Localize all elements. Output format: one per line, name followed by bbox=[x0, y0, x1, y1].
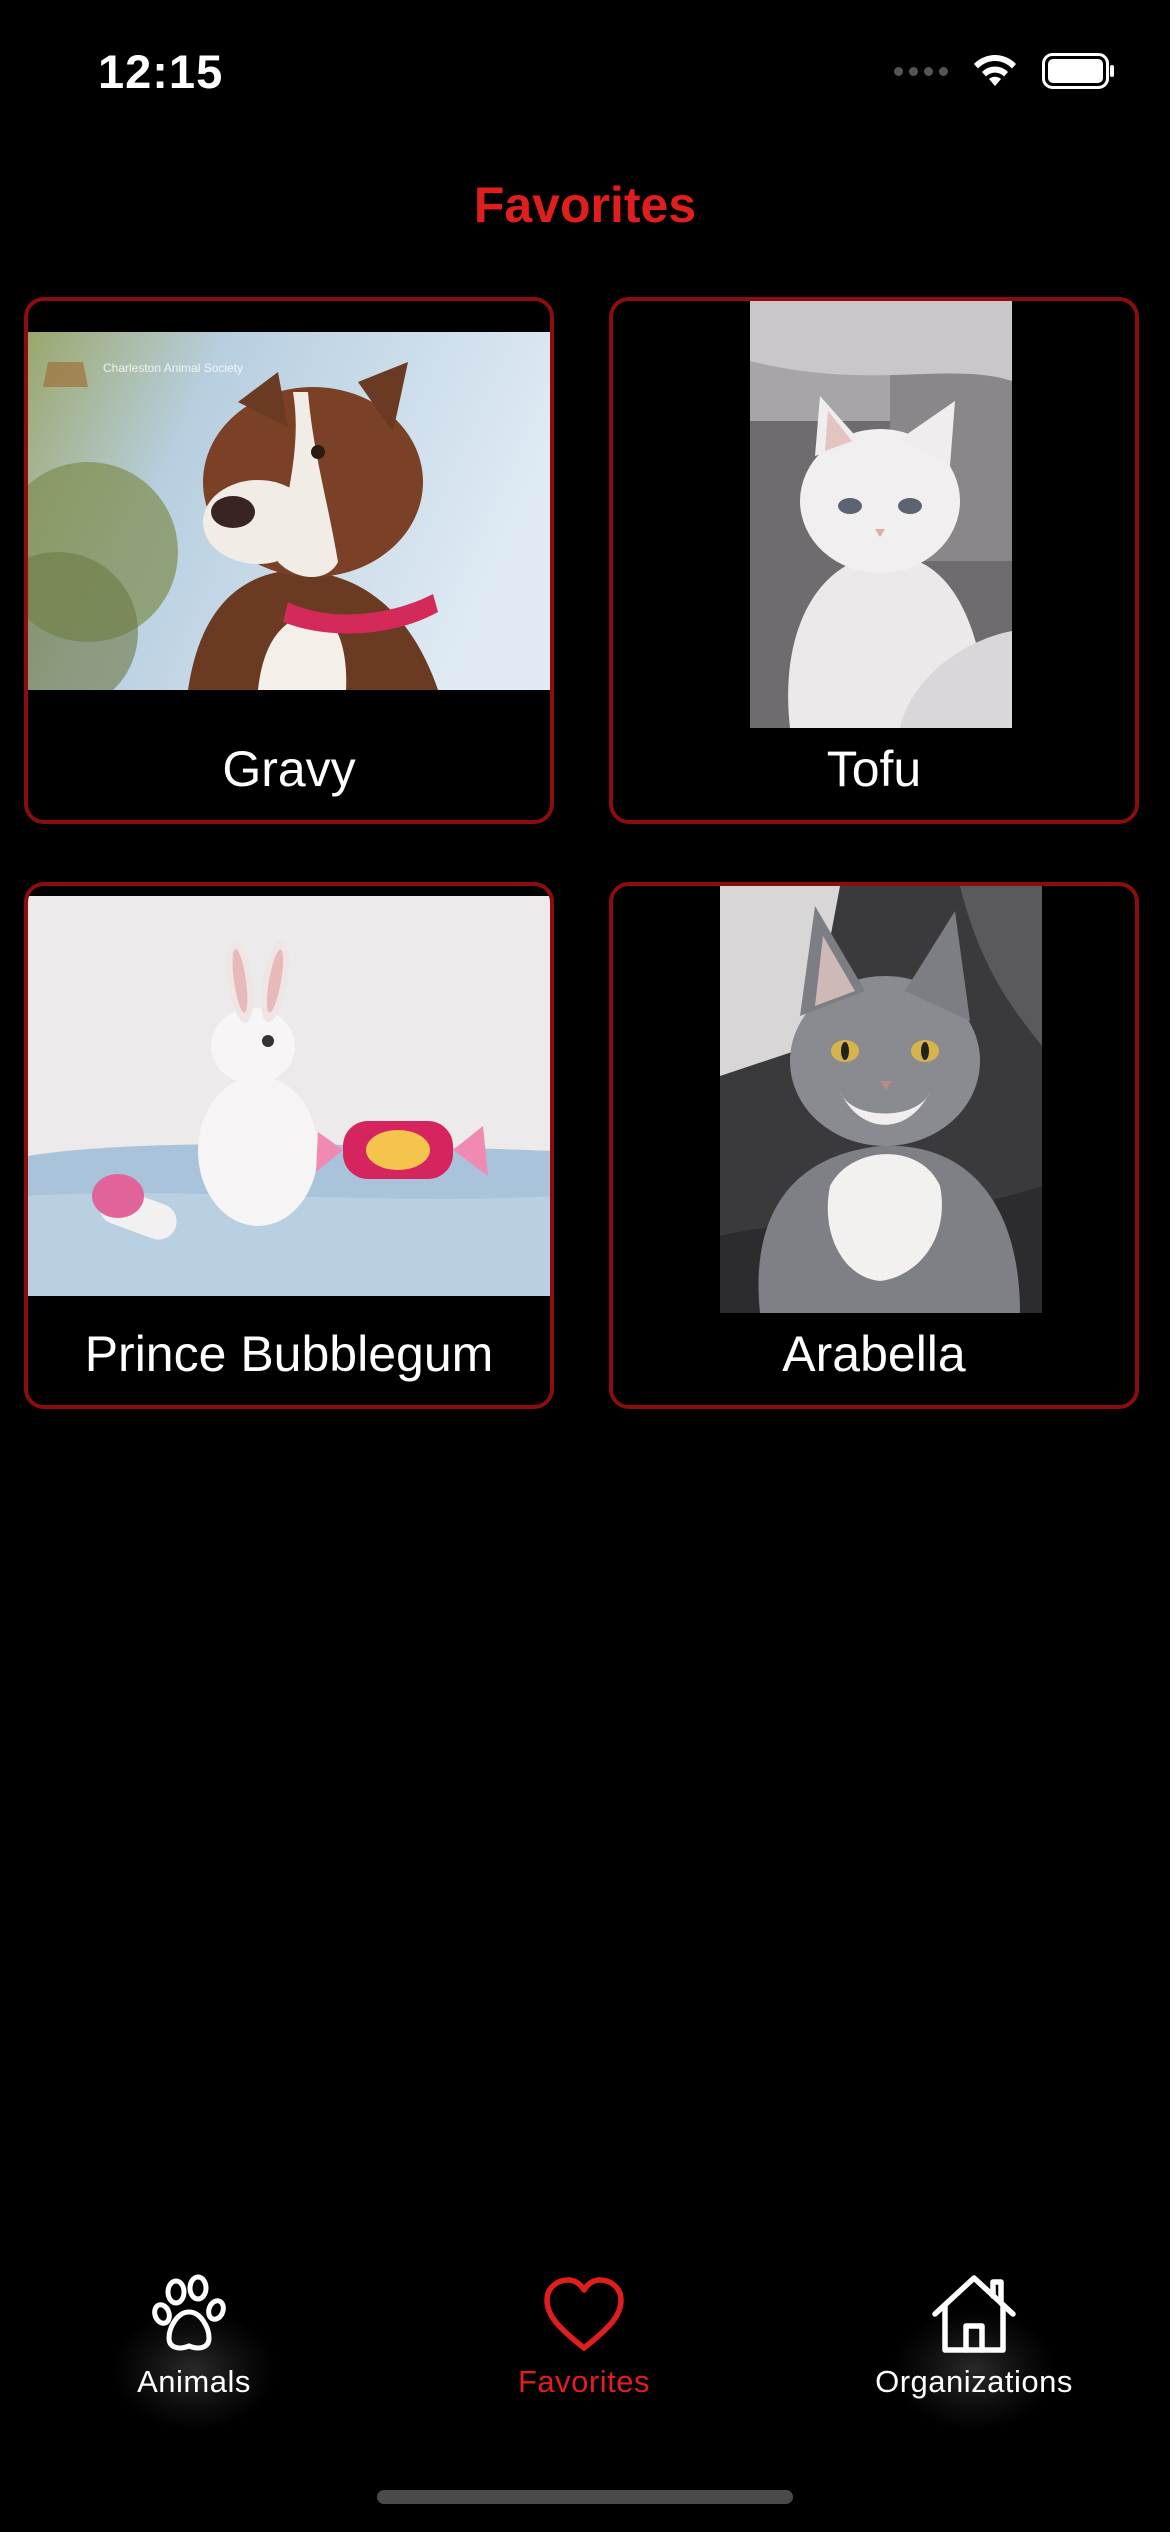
tab-bar: Animals Favorites Organizations bbox=[0, 2270, 1170, 2450]
animal-card[interactable]: Tofu bbox=[609, 297, 1139, 824]
animal-name: Tofu bbox=[826, 741, 922, 797]
animal-name: Arabella bbox=[782, 1326, 966, 1382]
animal-photo bbox=[720, 886, 1042, 1313]
tab-favorites[interactable]: Favorites bbox=[434, 2270, 734, 2430]
tab-animals[interactable]: Animals bbox=[44, 2270, 344, 2430]
animal-card[interactable]: Arabella bbox=[609, 882, 1139, 1409]
house-icon bbox=[932, 2275, 1016, 2353]
tab-label: Animals bbox=[137, 2364, 251, 2399]
animal-photo bbox=[28, 896, 550, 1296]
home-indicator[interactable] bbox=[377, 2490, 793, 2504]
animal-name: Prince Bubblegum bbox=[84, 1326, 494, 1382]
tab-label: Organizations bbox=[875, 2364, 1073, 2399]
animal-name: Gravy bbox=[222, 741, 356, 797]
tab-organizations[interactable]: Organizations bbox=[824, 2270, 1124, 2430]
tab-label: Favorites bbox=[518, 2364, 650, 2399]
animal-card[interactable]: Charleston Animal Society Gravy bbox=[24, 297, 554, 824]
animal-photo: Charleston Animal Society bbox=[28, 332, 550, 690]
favorites-grid: Charleston Animal Society Gravy Tofu Pri… bbox=[0, 0, 1170, 1440]
animal-card[interactable]: Prince Bubblegum bbox=[24, 882, 554, 1409]
paw-icon bbox=[152, 2274, 226, 2351]
animal-photo bbox=[750, 301, 1012, 728]
photo-watermark: Charleston Animal Society bbox=[103, 361, 243, 375]
heart-icon bbox=[544, 2277, 624, 2351]
